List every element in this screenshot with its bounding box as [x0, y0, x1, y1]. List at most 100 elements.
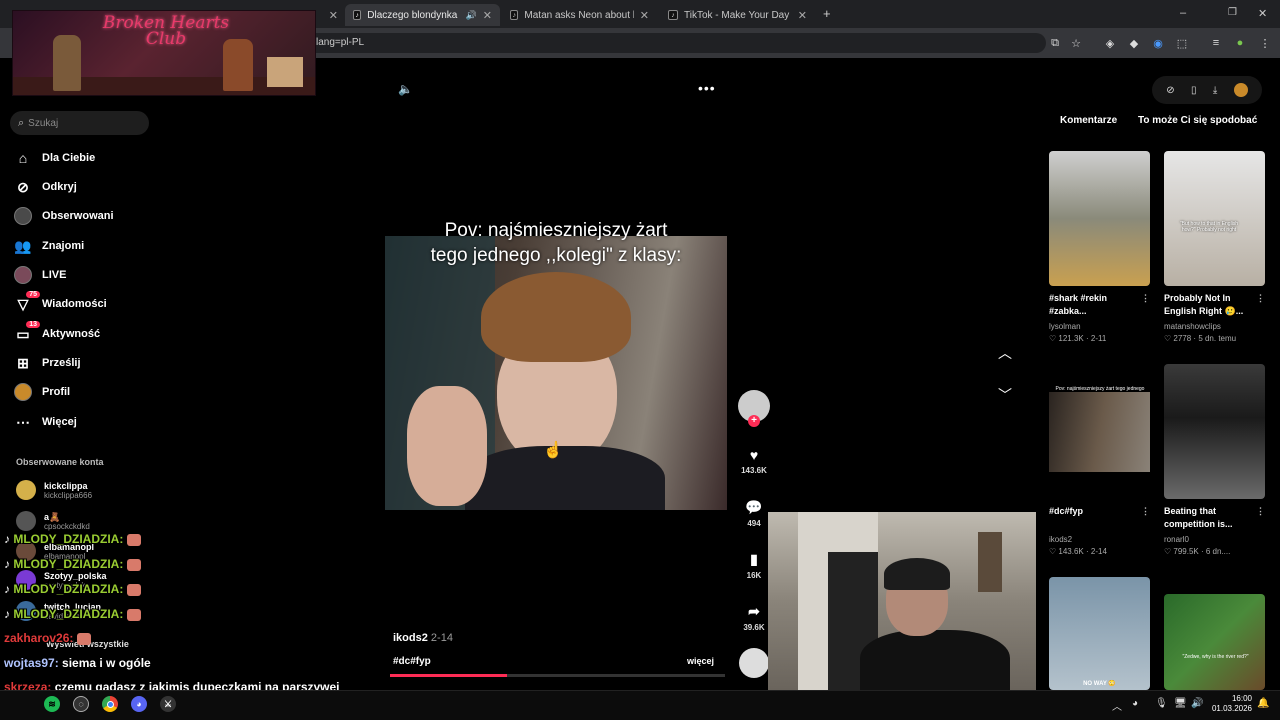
comment-count: 494 — [747, 519, 761, 528]
profile-icon[interactable]: ● — [1233, 36, 1247, 50]
restore-button[interactable]: ❐ — [1228, 7, 1237, 18]
more-options-icon[interactable]: ⋮ — [1256, 505, 1265, 518]
app-icon[interactable]: ⚔ — [160, 696, 176, 712]
tab-close-hidden[interactable]: ✕ — [320, 4, 346, 26]
more-options-icon[interactable]: ⋮ — [1141, 292, 1150, 305]
video-author[interactable]: ikods2 2-14 — [393, 632, 453, 644]
chat-message: zakharov26: — [4, 631, 92, 645]
close-icon[interactable]: ✕ — [483, 9, 492, 22]
webcam-person — [860, 630, 1010, 690]
sidebar-item-activity[interactable]: ▭ 13 Aktywność — [14, 321, 100, 344]
tiktok-icon: ♪ — [510, 10, 519, 20]
bookmark-icon: ▮ — [750, 551, 758, 567]
following-avatar-icon — [14, 207, 32, 225]
volume-icon[interactable]: 🔈 — [398, 82, 413, 96]
sidebar-item-live[interactable]: LIVE — [14, 265, 66, 285]
save-button[interactable]: ▮ 16K — [738, 551, 770, 580]
recommended-video-card[interactable]: "But how to that in English how?" Probab… — [1164, 151, 1265, 343]
download-icon[interactable]: ⤓ — [1213, 85, 1217, 96]
close-icon[interactable]: ✕ — [329, 9, 338, 22]
recommended-video-card[interactable]: Beating that competition is... ⋮ ronarl0 … — [1164, 364, 1265, 556]
music-disc[interactable] — [739, 648, 769, 678]
sidebar-item-friends[interactable]: 👥 Znajomi — [14, 236, 84, 256]
tab-tiktok-home[interactable]: ♪ TikTok - Make Your Day ✕ — [660, 4, 815, 26]
notification-bell-icon[interactable]: 🔔 — [1257, 698, 1269, 709]
extensions-puzzle-icon[interactable]: ⬚ — [1175, 36, 1189, 50]
comment-button[interactable]: 💬 494 — [738, 499, 770, 528]
spotify-icon[interactable]: ≋ — [44, 696, 60, 712]
video-player[interactable] — [385, 236, 727, 510]
sidebar-item-more[interactable]: ⋯ Więcej — [14, 412, 77, 432]
extension-icon[interactable]: ◉ — [1151, 36, 1165, 50]
search-input[interactable]: ⌕ Szukaj — [10, 111, 149, 135]
chevron-down-icon[interactable]: ﹀ — [998, 385, 1012, 405]
video-hashtags[interactable]: #dc#fyp — [393, 656, 431, 667]
browser-menu-icon[interactable]: ⋮ — [1258, 36, 1272, 50]
more-options-icon[interactable]: ⋮ — [1141, 505, 1150, 518]
follow-plus-icon[interactable]: + — [748, 415, 760, 427]
card-title: Probably Not In English Right 🥲... — [1164, 293, 1244, 316]
video-caption: Pov: najśmieszniejszy żart tego jednego … — [385, 218, 727, 268]
more-options-icon[interactable]: ••• — [698, 80, 716, 96]
system-clock[interactable]: 16:00 01.03.2026 — [1208, 694, 1252, 714]
obs-icon[interactable]: ◌ — [73, 696, 89, 712]
video-tools-bar: ⊘ ▯ ⤓ — [1152, 76, 1262, 104]
speaker-icon[interactable]: 🔊 — [466, 10, 477, 21]
more-description-link[interactable]: więcej — [687, 656, 714, 666]
autoscroll-icon[interactable]: ⊘ — [1166, 85, 1174, 96]
activity-badge: 13 — [26, 321, 40, 328]
url-text: lang=pl-PL — [316, 37, 365, 48]
address-bar[interactable]: lang=pl-PL — [306, 33, 1046, 53]
sidebar-item-following[interactable]: Obserwowani — [14, 206, 114, 226]
account-name: a🧸 — [44, 511, 61, 522]
tab-matan[interactable]: ♪ Matan asks Neon about his cul ✕ — [502, 4, 657, 26]
share-button[interactable]: ➦ 39.6K — [738, 603, 770, 632]
close-icon[interactable]: ✕ — [798, 9, 807, 22]
chat-username: zakharov26: — [4, 631, 74, 645]
media-control-icon[interactable]: ≡ — [1209, 36, 1223, 50]
new-tab-button[interactable]: + — [823, 6, 831, 21]
card-date: 2-11 — [1090, 334, 1107, 343]
like-button[interactable]: ♥ 143.6K — [738, 447, 770, 475]
sidebar-item-messages[interactable]: ▽ 75 Wiadomości — [14, 291, 107, 314]
followed-account[interactable]: a🧸 cpsockckdkd — [16, 511, 90, 531]
sidebar-item-for-you[interactable]: ⌂ Dla Ciebie — [14, 148, 95, 168]
minimize-button[interactable]: – — [1180, 7, 1186, 19]
recommended-video-card[interactable]: NO WAY 😳 — [1049, 577, 1150, 690]
avatar — [16, 480, 36, 500]
volume-tray-icon[interactable]: 🔊 — [1191, 698, 1203, 709]
tray-chevron-icon[interactable]: ︿ — [1112, 698, 1122, 713]
video-thumbnail — [1164, 364, 1265, 499]
recommended-video-card[interactable]: #shark #rekin #zabka... ⋮ lysolman ♡ 121.… — [1049, 151, 1150, 343]
device-icon[interactable]: ▯ — [1191, 85, 1197, 96]
sidebar-item-explore[interactable]: ⊘ Odkryj — [14, 177, 77, 197]
followed-account[interactable]: kickclippa kickclippa666 — [16, 480, 92, 500]
recommended-video-card[interactable]: "Zedwe, why is the river red?" — [1164, 594, 1265, 690]
sidebar-item-label: Odkryj — [42, 181, 77, 193]
chevron-up-icon[interactable]: ︿ — [998, 343, 1012, 363]
sidebar-item-label: Wiadomości — [42, 298, 107, 310]
window-close-button[interactable]: ✕ — [1258, 7, 1267, 20]
chrome-icon[interactable] — [102, 696, 118, 712]
sidebar-item-label: Prześlij — [42, 357, 81, 369]
microphone-icon[interactable]: 🎙 — [1155, 698, 1168, 709]
sidebar-item-upload[interactable]: ⊞ Prześlij — [14, 353, 81, 373]
home-icon: ⌂ — [18, 150, 28, 166]
sidebar-item-profile[interactable]: Profil — [14, 382, 70, 402]
close-icon[interactable]: ✕ — [640, 9, 649, 22]
recommended-video-card[interactable]: Pov: najśmieszniejszy żart tego jednego … — [1049, 364, 1150, 556]
bookmark-star-icon[interactable]: ☆ — [1069, 36, 1083, 50]
discord-icon[interactable]: ◕ — [131, 696, 147, 712]
discord-tray-icon[interactable]: ◕ — [1132, 698, 1138, 709]
chat-username: MLODY_DZIADZIA: — [13, 532, 124, 546]
extension-icon[interactable]: ◈ — [1103, 36, 1117, 50]
more-options-icon[interactable]: ⋮ — [1256, 292, 1265, 305]
tab-comments[interactable]: Komentarze — [1060, 115, 1117, 126]
profile-avatar-icon[interactable] — [1233, 83, 1248, 97]
tab-active[interactable]: ♪ Dlaczego blondynka umarł 🔊 ✕ — [345, 4, 500, 26]
extension-icon[interactable]: ◆ — [1127, 36, 1141, 50]
network-icon[interactable]: 🖥 — [1174, 698, 1187, 709]
video-progress-bar[interactable] — [390, 674, 725, 677]
tab-recommended[interactable]: To może Ci się spodobać — [1138, 115, 1257, 126]
install-app-icon[interactable]: ⧉ — [1048, 36, 1062, 50]
